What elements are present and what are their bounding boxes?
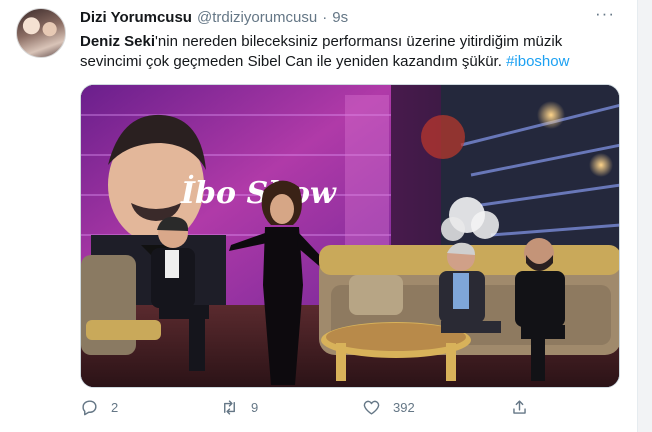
like-count: 392 (393, 400, 415, 415)
retweet-button[interactable]: 9 (220, 398, 258, 417)
retweet-count: 9 (251, 400, 259, 415)
tv-studio-photo: İbo Show (81, 85, 619, 387)
tweet-photo[interactable]: İbo Show (80, 84, 620, 388)
tweet-text: Deniz Seki'nin nereden bileceksiniz perf… (80, 32, 622, 72)
author-avatar[interactable] (16, 8, 66, 58)
reply-button[interactable]: 2 (80, 398, 118, 417)
screen-show-title: İbo Show (180, 174, 337, 211)
tweet-card[interactable]: Dizi Yorumcusu @trdiziyorumcusu · 9s ···… (0, 0, 638, 432)
header-separator: · (322, 9, 328, 26)
tweet-header: Dizi Yorumcusu @trdiziyorumcusu · 9s (80, 9, 348, 26)
share-icon (513, 400, 526, 414)
more-options-icon[interactable]: ··· (595, 4, 615, 24)
retweet-icon (224, 400, 235, 415)
reply-count: 2 (111, 400, 119, 415)
tweet-mention-bold: Deniz Seki (80, 33, 156, 50)
tweet-timestamp[interactable]: 9s (332, 9, 348, 26)
reply-icon (82, 400, 97, 416)
hashtag-link[interactable]: #iboshow (506, 53, 569, 70)
author-handle[interactable]: @trdiziyorumcusu (197, 9, 317, 26)
like-button[interactable]: 392 (362, 398, 415, 417)
author-name[interactable]: Dizi Yorumcusu (80, 9, 192, 26)
tweet-actions: 2 9 392 (80, 398, 550, 420)
heart-icon (363, 400, 380, 415)
share-button[interactable] (510, 398, 529, 417)
